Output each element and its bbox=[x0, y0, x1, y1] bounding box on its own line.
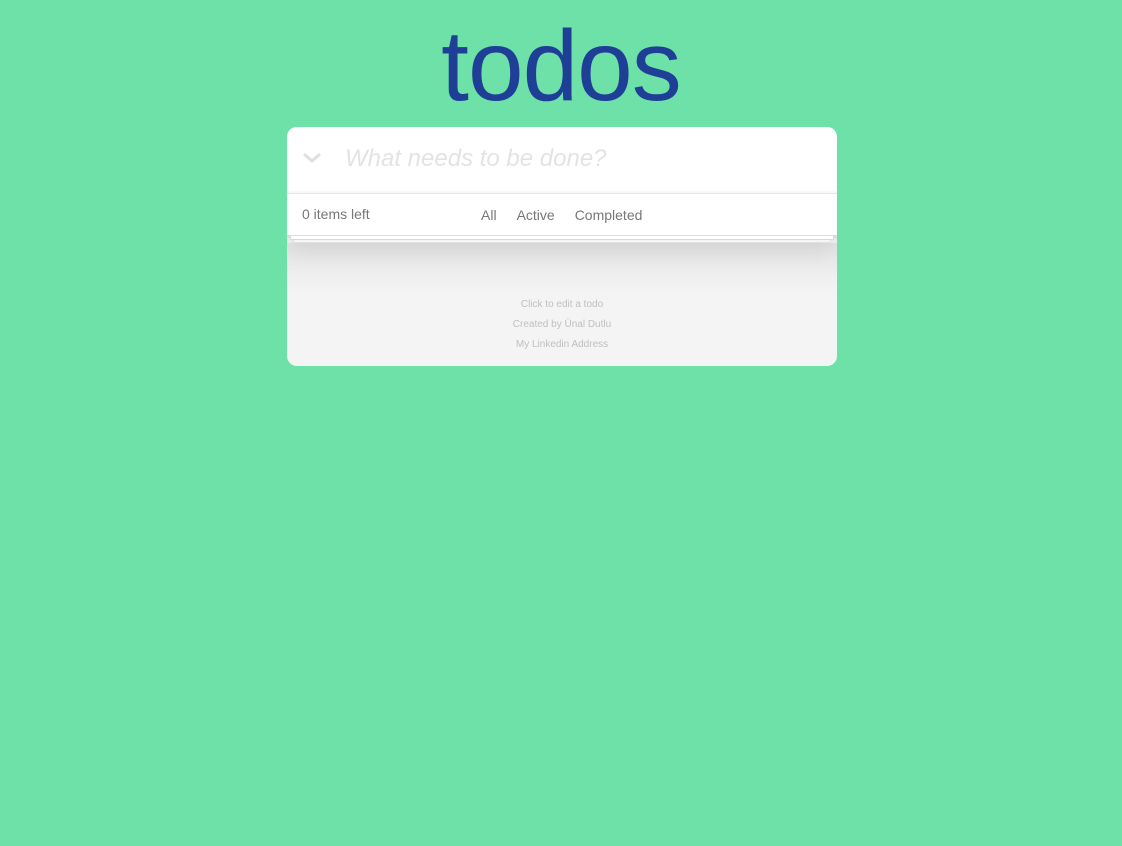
new-todo-input[interactable] bbox=[345, 139, 815, 179]
app-title: todos bbox=[441, 10, 682, 122]
todo-app: 0 items left All Active Completed Click … bbox=[287, 127, 837, 366]
filter-completed[interactable]: Completed bbox=[567, 202, 651, 228]
todo-card: 0 items left All Active Completed bbox=[287, 127, 837, 243]
info-footer: Click to edit a todo Created by Ünal Dut… bbox=[287, 295, 837, 355]
filter-active[interactable]: Active bbox=[509, 202, 563, 228]
edit-hint: Click to edit a todo bbox=[520, 299, 604, 310]
todo-header bbox=[287, 127, 837, 194]
items-left-count: 0 items left bbox=[302, 206, 370, 222]
filter-all[interactable]: All bbox=[473, 202, 505, 228]
todo-footer: 0 items left All Active Completed bbox=[287, 194, 837, 236]
filter-list: All Active Completed bbox=[473, 202, 650, 228]
card-shadow bbox=[287, 243, 837, 293]
credit-text: Created by Ünal Dutlu bbox=[512, 319, 612, 330]
linkedin-link[interactable]: My Linkedin Address bbox=[516, 339, 608, 350]
chevron-down-icon[interactable] bbox=[301, 147, 323, 169]
